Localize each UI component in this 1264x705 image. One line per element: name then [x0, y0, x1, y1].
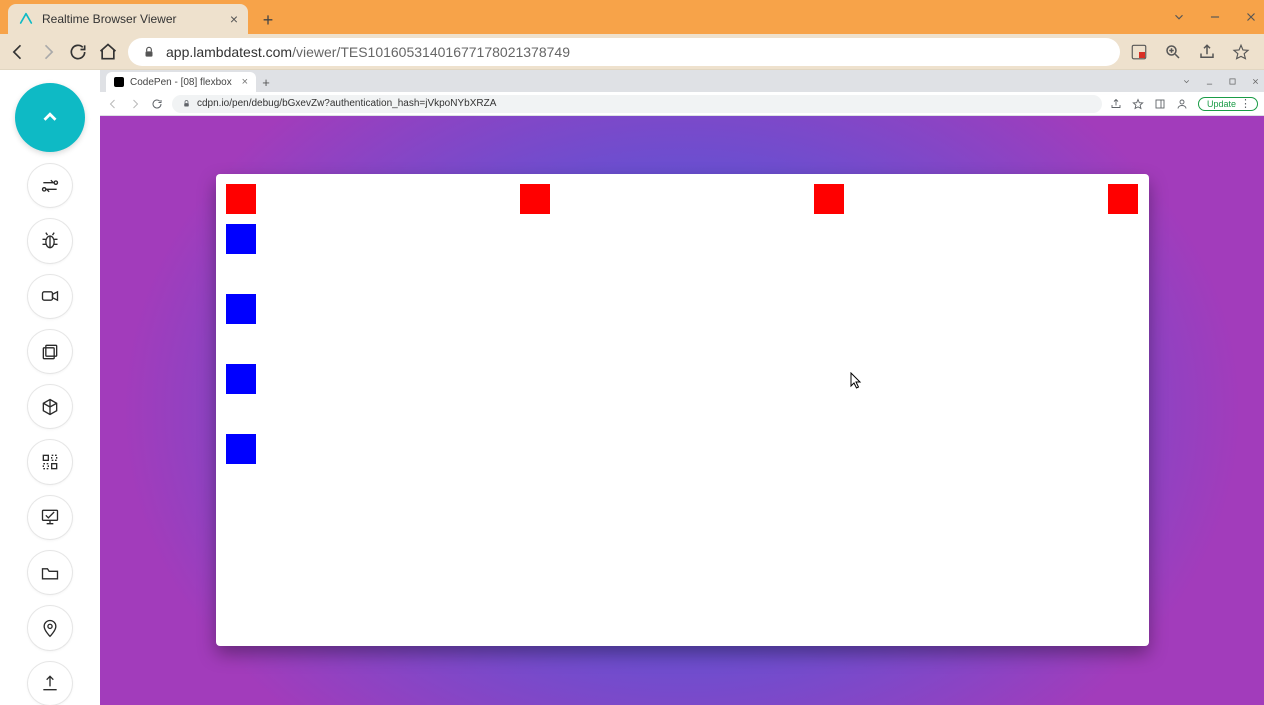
lock-icon	[182, 99, 191, 108]
maximize-icon[interactable]	[1228, 77, 1237, 86]
flex-column	[226, 224, 1139, 464]
red-square	[226, 184, 256, 214]
video-icon	[40, 286, 60, 306]
back-button[interactable]	[8, 42, 28, 62]
outer-address-bar: app.lambdatest.com/viewer/TES10160531401…	[0, 34, 1264, 70]
outer-url-path: /viewer/TES10160531401677178021378749	[292, 44, 570, 60]
red-square	[814, 184, 844, 214]
close-icon[interactable]	[1251, 77, 1260, 86]
sidebar-tool-upload[interactable]	[28, 662, 72, 705]
star-icon[interactable]	[1132, 98, 1144, 110]
inner-url-text: cdpn.io/pen/debug/bGxevZw?authentication…	[197, 98, 496, 109]
inner-address-bar: cdpn.io/pen/debug/bGxevZw?authentication…	[100, 92, 1264, 116]
blue-square	[226, 434, 256, 464]
reload-button[interactable]	[68, 42, 88, 62]
update-label: Update	[1207, 99, 1236, 109]
remote-viewport: CodePen - [08] flexbox × + cdpn.io/pen/d…	[100, 70, 1264, 705]
minimize-icon[interactable]	[1205, 77, 1214, 86]
inner-window-controls	[1182, 70, 1260, 92]
inner-forward-button[interactable]	[128, 97, 142, 111]
sidebar-tool-bug[interactable]	[28, 219, 72, 262]
lock-icon	[142, 45, 156, 59]
sidebar-tool-location[interactable]	[28, 606, 72, 649]
outer-tab-title: Realtime Browser Viewer	[42, 12, 222, 26]
switch-icon	[40, 176, 60, 196]
sidebar-tool-folder[interactable]	[28, 551, 72, 594]
component-icon	[40, 452, 60, 472]
inner-tab-title: CodePen - [08] flexbox	[130, 77, 236, 88]
close-icon[interactable]: ×	[242, 76, 248, 88]
red-square	[1108, 184, 1138, 214]
page-content	[100, 116, 1264, 705]
workspace: CodePen - [08] flexbox × + cdpn.io/pen/d…	[0, 70, 1264, 705]
sidebar-tool-component[interactable]	[28, 440, 72, 483]
flexbox-demo-card	[216, 174, 1149, 646]
close-icon[interactable]: ×	[230, 11, 238, 27]
minimize-icon[interactable]	[1208, 10, 1222, 24]
outer-url-field[interactable]: app.lambdatest.com/viewer/TES10160531401…	[128, 38, 1120, 66]
update-button[interactable]: Update ⋮	[1198, 97, 1258, 111]
sidebar-tool-gallery[interactable]	[28, 330, 72, 373]
chevron-up-icon	[39, 106, 61, 128]
star-icon[interactable]	[1232, 43, 1250, 61]
outer-tabstrip: Realtime Browser Viewer × +	[0, 0, 1264, 34]
outer-new-tab-button[interactable]: +	[254, 6, 282, 34]
folder-icon	[40, 563, 60, 583]
cube-icon	[40, 397, 60, 417]
gallery-icon	[40, 342, 60, 362]
close-icon[interactable]	[1244, 10, 1258, 24]
chevron-down-icon[interactable]	[1172, 10, 1186, 24]
inner-toolbar-right: Update ⋮	[1110, 97, 1258, 111]
bug-icon	[40, 231, 60, 251]
inner-url-field[interactable]: cdpn.io/pen/debug/bGxevZw?authentication…	[172, 95, 1102, 113]
profile-icon[interactable]	[1176, 98, 1188, 110]
blue-square	[226, 224, 256, 254]
monitor-icon	[40, 507, 60, 527]
outer-toolbar-right	[1130, 43, 1256, 61]
lambdatest-favicon-icon	[18, 11, 34, 27]
sidebar-tool-video[interactable]	[28, 275, 72, 318]
flex-row-space-between	[226, 184, 1139, 214]
inner-new-tab-button[interactable]: +	[256, 72, 276, 92]
chevron-down-icon[interactable]	[1182, 77, 1191, 86]
codepen-favicon-icon	[114, 77, 124, 87]
sidebar-collapse-button[interactable]	[15, 83, 85, 152]
sidebar-tool-cube[interactable]	[28, 385, 72, 428]
inner-reload-button[interactable]	[150, 97, 164, 111]
panel-icon[interactable]	[1154, 98, 1166, 110]
outer-url-domain: app.lambdatest.com	[166, 44, 292, 60]
sidebar-tool-switch[interactable]	[28, 164, 72, 207]
outer-tab-active[interactable]: Realtime Browser Viewer ×	[8, 4, 248, 34]
share-icon[interactable]	[1198, 43, 1216, 61]
inner-tab-active[interactable]: CodePen - [08] flexbox ×	[106, 72, 256, 92]
location-icon	[40, 618, 60, 638]
upload-icon	[40, 673, 60, 693]
inner-back-button[interactable]	[106, 97, 120, 111]
forward-button[interactable]	[38, 42, 58, 62]
home-button[interactable]	[98, 42, 118, 62]
inner-tabstrip: CodePen - [08] flexbox × +	[100, 70, 1264, 92]
lambdatest-sidebar	[0, 70, 100, 705]
outer-window-controls	[1172, 0, 1258, 34]
translate-icon[interactable]	[1130, 43, 1148, 61]
blue-square	[226, 364, 256, 394]
sidebar-tool-monitor[interactable]	[28, 496, 72, 539]
red-square	[520, 184, 550, 214]
share-icon[interactable]	[1110, 98, 1122, 110]
blue-square	[226, 294, 256, 324]
zoom-icon[interactable]	[1164, 43, 1182, 61]
